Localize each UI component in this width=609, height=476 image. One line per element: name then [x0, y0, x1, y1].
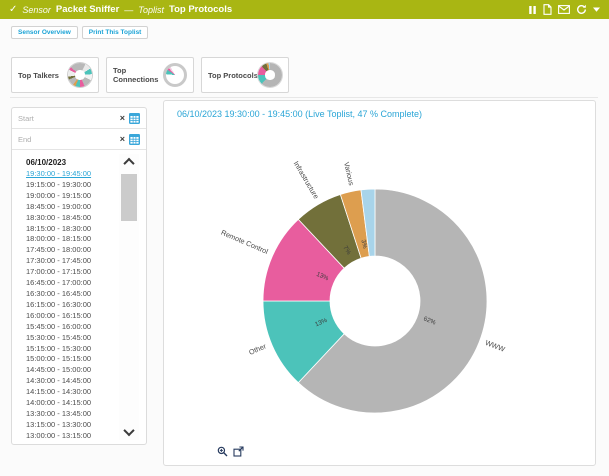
clear-end-icon[interactable]: ×	[120, 135, 125, 144]
pause-icon[interactable]	[528, 5, 537, 15]
tab-top-connections[interactable]: Top Connections	[106, 57, 194, 93]
email-icon[interactable]	[558, 5, 570, 14]
calendar-icon[interactable]	[129, 134, 140, 145]
calendar-icon[interactable]	[129, 113, 140, 124]
toolbar: Sensor Overview Print This Toplist	[11, 26, 148, 39]
print-toplist-button[interactable]: Print This Toplist	[82, 26, 149, 39]
interval-item[interactable]: 16:00:00 - 16:15:00	[26, 311, 108, 322]
interval-item[interactable]: 18:00:00 - 18:15:00	[26, 234, 108, 245]
interval-item[interactable]: 16:30:00 - 16:45:00	[26, 289, 108, 300]
interval-item[interactable]: 17:45:00 - 18:00:00	[26, 245, 108, 256]
interval-item[interactable]: 13:00:00 - 13:15:00	[26, 431, 108, 440]
interval-item[interactable]: 15:15:00 - 15:30:00	[26, 344, 108, 355]
sensor-label: Sensor	[22, 5, 51, 15]
interval-item[interactable]: 18:30:00 - 18:45:00	[26, 213, 108, 224]
interval-item[interactable]: 13:15:00 - 13:30:00	[26, 420, 108, 431]
header-actions	[528, 4, 600, 15]
top-protocols-pie-icon	[258, 63, 282, 87]
interval-item[interactable]: 16:45:00 - 17:00:00	[26, 278, 108, 289]
tab-label: Top Protocols	[208, 71, 258, 80]
segment-name-label: Remote Control	[220, 228, 270, 256]
interval-item[interactable]: 15:45:00 - 16:00:00	[26, 322, 108, 333]
scroll-down-icon[interactable]	[119, 424, 139, 440]
toplist-label: Toplist	[138, 5, 164, 15]
open-external-icon[interactable]	[233, 446, 244, 457]
interval-item[interactable]: 15:00:00 - 15:15:00	[26, 354, 108, 365]
interval-list-wrap: 06/10/2023 19:30:00 - 19:45:0019:15:00 -…	[12, 152, 146, 442]
header-separator: —	[124, 5, 133, 15]
caret-down-icon[interactable]	[593, 7, 600, 12]
toplist-name: Top Protocols	[169, 4, 232, 15]
interval-list: 06/10/2023 19:30:00 - 19:45:0019:15:00 -…	[26, 156, 108, 440]
interval-item[interactable]: 13:30:00 - 13:45:00	[26, 409, 108, 420]
segment-name-label: Infrastructure	[292, 159, 321, 200]
interval-item[interactable]: 18:15:00 - 18:30:00	[26, 224, 108, 235]
interval-item[interactable]: 17:00:00 - 17:15:00	[26, 267, 108, 278]
tab-top-protocols[interactable]: Top Protocols	[201, 57, 289, 93]
segment-name-label: Various	[342, 161, 356, 187]
toplist-chart-panel: 06/10/2023 19:30:00 - 19:45:00 (Live Top…	[163, 100, 596, 466]
scrollbar-thumb[interactable]	[121, 174, 137, 221]
tabs-divider	[10, 97, 598, 98]
tab-label: Top Talkers	[18, 71, 59, 80]
interval-item[interactable]: 19:15:00 - 19:30:00	[26, 180, 108, 191]
zoom-in-icon[interactable]	[217, 446, 228, 457]
interval-item[interactable]: 16:15:00 - 16:30:00	[26, 300, 108, 311]
date-header: 06/10/2023	[26, 156, 108, 169]
interval-item[interactable]: 19:00:00 - 19:15:00	[26, 191, 108, 202]
tab-top-talkers[interactable]: Top Talkers	[11, 57, 99, 93]
end-date-input[interactable]	[18, 135, 116, 144]
sensor-header: ✓ Sensor Packet Sniffer — Toplist Top Pr…	[0, 0, 609, 19]
interval-item[interactable]: 18:45:00 - 19:00:00	[26, 202, 108, 213]
clear-start-icon[interactable]: ×	[120, 114, 125, 123]
sensor-overview-button[interactable]: Sensor Overview	[11, 26, 78, 39]
status-check-icon: ✓	[9, 4, 17, 15]
prtg-toplist-page: ✓ Sensor Packet Sniffer — Toplist Top Pr…	[0, 0, 609, 476]
end-date-row: ×	[12, 129, 146, 150]
tab-label: Top Connections	[113, 66, 163, 84]
interval-item[interactable]: 15:30:00 - 15:45:00	[26, 333, 108, 344]
interval-item[interactable]: 14:30:00 - 14:45:00	[26, 376, 108, 387]
top-talkers-pie-icon	[68, 63, 92, 87]
segment-name-label: WWW	[484, 338, 506, 354]
scroll-up-icon[interactable]	[119, 154, 139, 170]
interval-item[interactable]: 14:15:00 - 14:30:00	[26, 387, 108, 398]
interval-item[interactable]: 14:00:00 - 14:15:00	[26, 398, 108, 409]
start-date-row: ×	[12, 108, 146, 129]
interval-item[interactable]: 17:30:00 - 17:45:00	[26, 256, 108, 267]
protocol-donut-chart: 62%WWW13%Other13%Remote Control7%Infrast…	[164, 101, 597, 467]
report-icon[interactable]	[543, 4, 552, 15]
sensor-name: Packet Sniffer	[56, 4, 119, 15]
interval-item[interactable]: 14:45:00 - 15:00:00	[26, 365, 108, 376]
interval-item-selected[interactable]: 19:30:00 - 19:45:00	[26, 169, 108, 180]
chart-footer-icons	[217, 446, 244, 457]
segment-name-label: Other	[247, 341, 268, 357]
toplist-tabs: Top Talkers Top Connections Top Protocols	[11, 57, 289, 93]
interval-scrollbar[interactable]	[119, 154, 139, 440]
start-date-input[interactable]	[18, 114, 116, 123]
interval-filter-panel: × × 06/10/2023 19:30:00 - 19:45:0019:15:…	[11, 107, 147, 445]
top-connections-pie-icon	[163, 63, 187, 87]
refresh-icon[interactable]	[576, 4, 587, 15]
